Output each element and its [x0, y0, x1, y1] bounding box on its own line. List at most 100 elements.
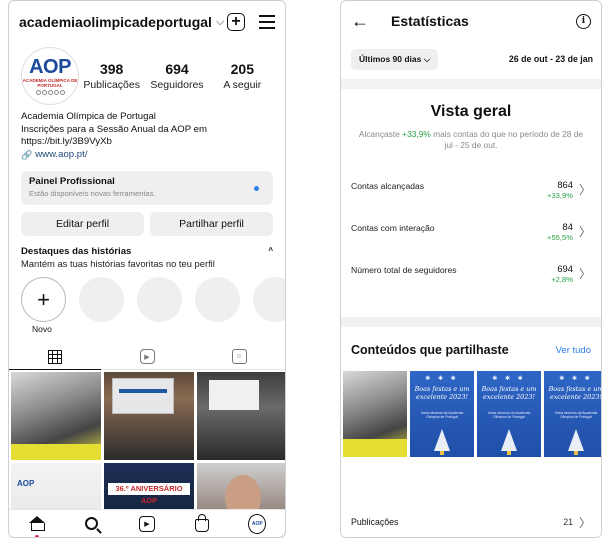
divider [341, 317, 601, 327]
chevron-right-icon: 〉 [578, 515, 591, 530]
chevron-right-icon: 〉 [578, 225, 591, 239]
metric-change: +33,9% [547, 191, 573, 200]
metric-label: Número total de seguidores [351, 265, 457, 275]
back-arrow-icon[interactable]: ← [351, 12, 369, 30]
new-highlight-button[interactable]: + [21, 277, 66, 322]
stat-posts-label: Publicações [83, 79, 140, 91]
bio-website-link[interactable]: 🔗 www.aop.pt/ [21, 149, 273, 162]
overview-desc-prefix: Alcançaste [358, 129, 403, 139]
christmas-tree-icon [568, 429, 584, 451]
highlights-row: + [21, 277, 285, 322]
profile-username[interactable]: academiaolimpicadeportugal [19, 14, 212, 30]
snowflake-icon: ✱ ✱ ✱ [559, 376, 593, 382]
metric-label: Contas com interação [351, 223, 435, 233]
content-thumbnail[interactable]: ✱ ✱ ✱ Boas festas e um excelente 2023! V… [410, 371, 474, 457]
edit-profile-button[interactable]: Editar perfil [21, 212, 144, 236]
overview-desc-suffix: mais contas do que no período de 28 de j… [430, 129, 584, 150]
post-announcement: 36.º ANIVERSÁRIO AOP [108, 483, 190, 505]
avatar: AOP [248, 513, 267, 534]
grid-icon [48, 349, 62, 364]
content-thumbnail[interactable]: ✱ ✱ ✱ Boas festas e um excelente 2023! V… [477, 371, 541, 457]
overview-change: +33,9% [402, 129, 431, 139]
metric-value: 84 [562, 221, 573, 232]
profile-avatar[interactable]: AOP ACADEMIA OLÍMPICA DE PORTUGAL [21, 47, 79, 105]
metric-change: +55,5% [547, 233, 573, 242]
bio-line-2[interactable]: https://bit.ly/3B9VyXb [21, 136, 273, 149]
share-profile-button[interactable]: Partilhar perfil [150, 212, 273, 236]
profile-bio: Academia Olímpica de Portugal Inscrições… [9, 105, 285, 161]
metric-accounts-reached[interactable]: Contas alcançadas 864 +33,9% 〉 [341, 173, 601, 215]
date-filter-row: Últimos 90 dias ⌵ 26 de out - 23 de jan [341, 41, 601, 73]
chevron-down-icon[interactable]: ⌵ [216, 16, 224, 29]
professional-dashboard[interactable]: Painel Profissional Estão disponíveis no… [21, 171, 273, 205]
christmas-tree-icon [434, 429, 450, 451]
pro-dashboard-title: Painel Profissional [29, 176, 115, 187]
menu-icon[interactable] [259, 15, 275, 29]
snowflake-icon: ✱ ✱ ✱ [492, 376, 526, 382]
bottom-navigation: ▶ AOP [9, 509, 285, 537]
highlights-header[interactable]: Destaques das histórias ^ [21, 246, 273, 257]
stat-followers-value: 694 [165, 61, 189, 77]
info-icon[interactable]: i [576, 13, 591, 29]
stat-following[interactable]: 205 A seguir [210, 61, 275, 91]
post-thumbnail[interactable] [197, 372, 285, 460]
publications-count: 21 [563, 517, 573, 527]
metric-accounts-engaged[interactable]: Contas com interação 84 +55,5% 〉 [341, 215, 601, 257]
stat-posts-value: 398 [99, 61, 124, 77]
tab-posts-grid[interactable] [9, 344, 101, 370]
stat-posts[interactable]: 398 Publicações [79, 61, 144, 91]
profile-stats: AOP ACADEMIA OLÍMPICA DE PORTUGAL 398 Pu… [9, 43, 285, 105]
tab-tagged[interactable]: ☺ [193, 344, 285, 369]
search-icon [85, 517, 99, 530]
tagged-icon: ☺ [231, 349, 247, 364]
profile-screen: academiaolimpicadeportugal ⌵ + AOP ACADE… [8, 0, 286, 538]
reels-icon: ▶ [138, 515, 155, 532]
shared-content-row: ✱ ✱ ✱ Boas festas e um excelente 2023! V… [341, 365, 601, 457]
metric-change: +2,8% [551, 275, 573, 284]
metric-total-followers[interactable]: Número total de seguidores 694 +2,8% 〉 [341, 257, 601, 299]
highlights-subtitle: Mantém as tuas histórias favoritas no te… [21, 258, 215, 269]
card-small-text: Votos sinceros da Academia Olímpica de P… [420, 411, 464, 420]
stat-followers[interactable]: 694 Seguidores [144, 61, 209, 91]
bio-line-1: Inscrições para a Sessão Anual da AOP em [21, 123, 207, 135]
see-all-link[interactable]: Ver tudo [556, 345, 591, 356]
date-range: 26 de out - 23 de jan [508, 54, 593, 64]
nav-search[interactable] [83, 515, 101, 533]
pro-dashboard-subtitle: Estão disponíveis novas ferramentas. [29, 189, 156, 198]
profile-header: academiaolimpicadeportugal ⌵ + [9, 1, 285, 43]
post-thumbnail[interactable] [11, 372, 101, 460]
highlight-placeholder [195, 277, 240, 322]
notification-dot [254, 186, 259, 191]
profile-tabs: ▶ ☺ [9, 344, 285, 370]
post-badge: AOP [17, 479, 35, 488]
metric-value: 694 [557, 263, 573, 274]
date-filter-dropdown[interactable]: Últimos 90 dias ⌵ [351, 48, 439, 70]
new-highlight-label: Novo [32, 324, 52, 334]
shared-content-title: Conteúdos que partilhaste [351, 343, 509, 357]
content-thumbnail[interactable]: ✱ ✱ ✱ Boas festas e um excelente 2023! V… [544, 371, 601, 457]
create-post-icon[interactable]: + [227, 13, 245, 31]
card-small-text: Votos sinceros da Academia Olímpica de P… [487, 411, 531, 420]
publications-label: Publicações [351, 517, 399, 527]
profile-actions: Editar perfil Partilhar perfil [21, 212, 273, 236]
link-icon: 🔗 [21, 149, 33, 160]
insights-screen: ← Estatísticas i Últimos 90 dias ⌵ 26 de… [340, 0, 602, 538]
date-filter-label: Últimos 90 dias [359, 53, 422, 64]
tab-reels[interactable]: ▶ [101, 344, 193, 369]
metric-label: Contas alcançadas [351, 181, 425, 191]
card-greeting: Boas festas e um excelente 2023! [481, 385, 537, 401]
overview-description: Alcançaste +33,9% mais contas do que no … [357, 129, 585, 151]
highlight-placeholder [79, 277, 124, 322]
publications-row[interactable]: Publicações 21 〉 [341, 507, 601, 537]
chevron-up-icon[interactable]: ^ [268, 246, 273, 257]
bio-website-text: www.aop.pt/ [35, 148, 88, 160]
post-thumbnail[interactable] [104, 372, 194, 460]
nav-home[interactable] [28, 515, 46, 537]
stat-followers-label: Seguidores [150, 79, 204, 91]
olympic-rings-icon [35, 89, 65, 95]
card-greeting: Boas festas e um excelente 2023! [414, 385, 470, 401]
content-thumbnail[interactable] [343, 371, 407, 457]
nav-reels[interactable]: ▶ [138, 515, 156, 533]
nav-shop[interactable] [193, 514, 211, 533]
nav-profile[interactable]: AOP [248, 513, 267, 534]
